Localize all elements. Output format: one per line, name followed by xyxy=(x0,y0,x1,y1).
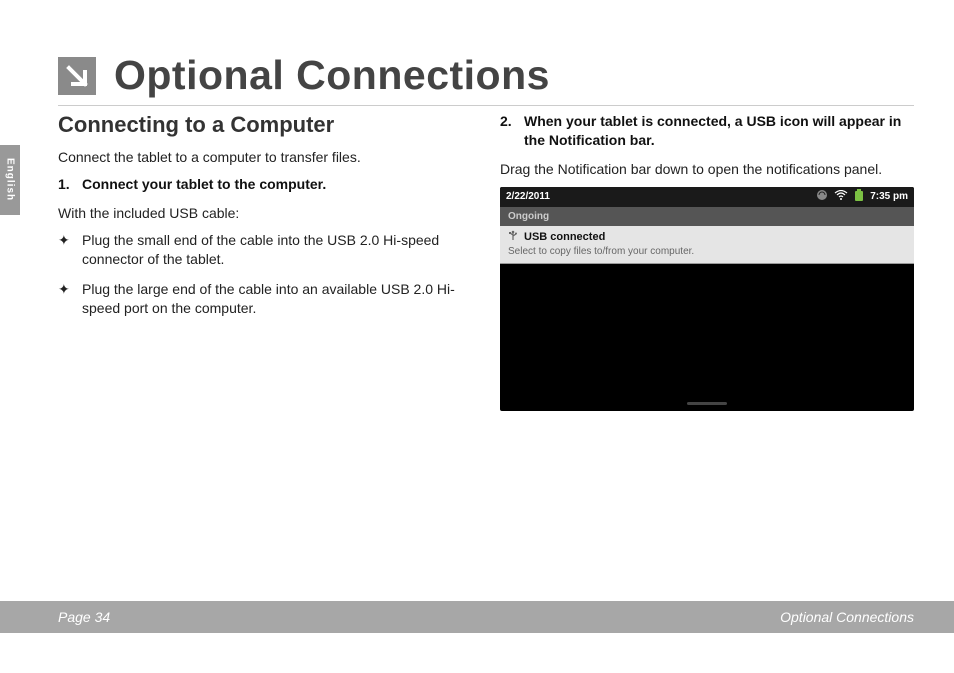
list-item: ✦ Plug the small end of the cable into t… xyxy=(58,231,472,269)
left-column: Connecting to a Computer Connect the tab… xyxy=(58,112,472,411)
page-title: Optional Connections xyxy=(114,52,550,99)
language-tab: English xyxy=(0,145,20,215)
bullet-list: ✦ Plug the small end of the cable into t… xyxy=(58,231,472,319)
ongoing-header: Ongoing xyxy=(500,207,914,226)
arrow-down-right-icon xyxy=(58,57,96,95)
step-number: 2. xyxy=(500,112,524,150)
sync-icon xyxy=(816,189,828,204)
notification-title: USB connected xyxy=(524,231,605,243)
bullet-text: Plug the large end of the cable into an … xyxy=(82,280,472,318)
tablet-screenshot: 2/22/2011 7:35 pm xyxy=(500,187,914,411)
bullet-icon: ✦ xyxy=(58,280,82,318)
page-header: Optional Connections xyxy=(58,52,914,106)
list-item: ✦ Plug the large end of the cable into a… xyxy=(58,280,472,318)
content-columns: Connecting to a Computer Connect the tab… xyxy=(58,112,914,411)
right-column: 2. When your tablet is connected, a USB … xyxy=(500,112,914,411)
subheading: Connecting to a Computer xyxy=(58,112,472,138)
intro-text: Connect the tablet to a computer to tran… xyxy=(58,148,472,167)
battery-icon xyxy=(854,189,864,204)
usb-intro: With the included USB cable: xyxy=(58,204,472,223)
notification-subtitle: Select to copy files to/from your comput… xyxy=(508,246,906,257)
step-1: 1. Connect your tablet to the computer. xyxy=(58,175,472,194)
drag-instruction: Drag the Notification bar down to open t… xyxy=(500,160,914,179)
step-2: 2. When your tablet is connected, a USB … xyxy=(500,112,914,150)
bullet-icon: ✦ xyxy=(58,231,82,269)
step-number: 1. xyxy=(58,175,82,194)
step-text: Connect your tablet to the computer. xyxy=(82,175,472,194)
status-date: 2/22/2011 xyxy=(506,191,550,202)
status-time: 7:35 pm xyxy=(870,191,908,202)
panel-handle-icon xyxy=(687,402,727,405)
footer-page-number: Page 34 xyxy=(58,609,110,625)
status-bar: 2/22/2011 7:35 pm xyxy=(500,187,914,207)
bullet-text: Plug the small end of the cable into the… xyxy=(82,231,472,269)
notification-panel: Ongoing USB connected Select to copy fil… xyxy=(500,207,914,264)
step-text: When your tablet is connected, a USB ico… xyxy=(524,112,914,150)
status-icons: 7:35 pm xyxy=(816,189,908,204)
notification-title-row: USB connected xyxy=(508,230,906,245)
manual-page: English Optional Connections Connecting … xyxy=(0,0,954,673)
wifi-icon xyxy=(834,190,848,203)
usb-notification: USB connected Select to copy files to/fr… xyxy=(500,226,914,264)
page-footer: Page 34 Optional Connections xyxy=(0,601,954,633)
usb-icon xyxy=(508,230,518,245)
footer-section-title: Optional Connections xyxy=(780,609,914,625)
